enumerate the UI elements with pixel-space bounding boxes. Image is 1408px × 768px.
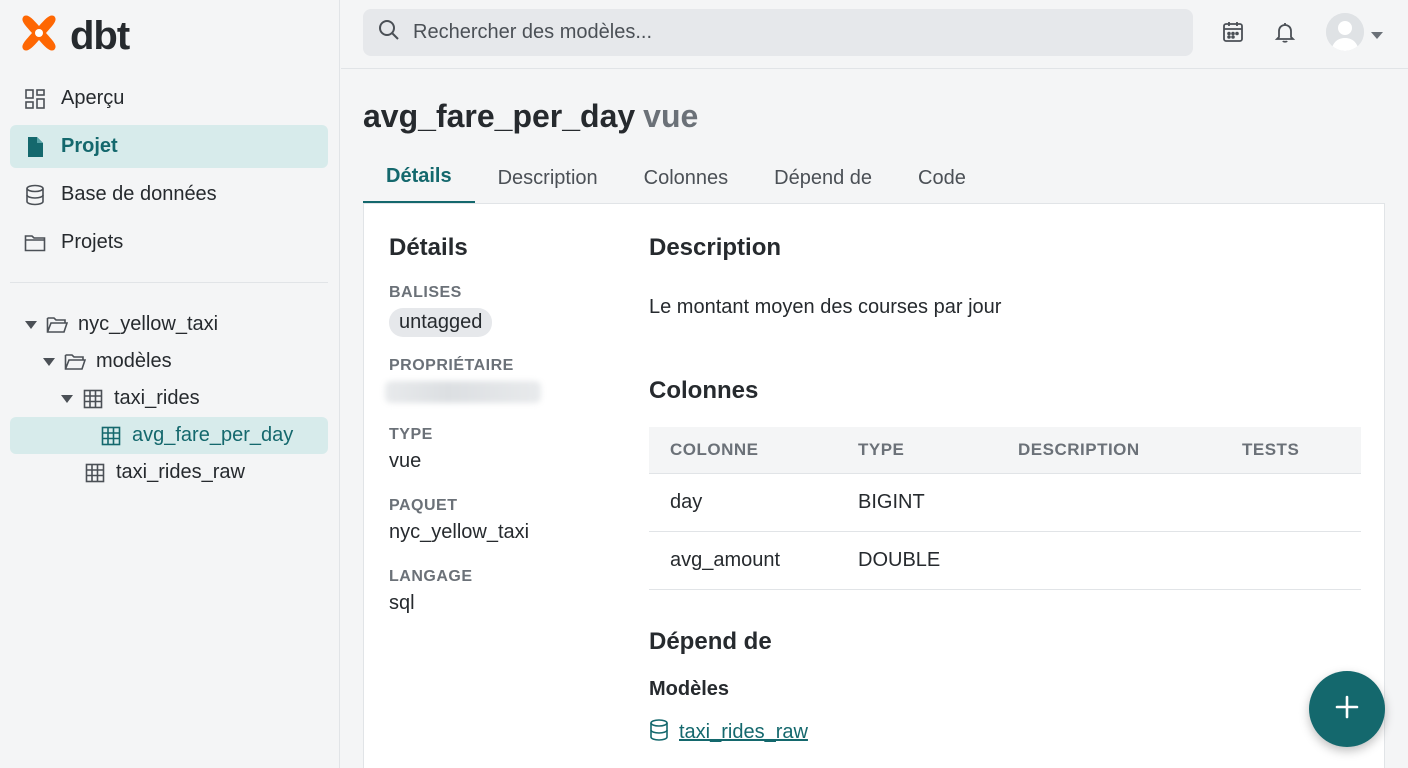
caret-down-icon[interactable] — [24, 320, 38, 329]
nav-item-database[interactable]: Base de données — [10, 173, 328, 216]
tree-item-taxi-rides-raw[interactable]: taxi_rides_raw — [10, 454, 328, 491]
chevron-down-icon[interactable] — [1371, 27, 1383, 45]
database-icon — [24, 184, 46, 206]
column-description-cell — [997, 531, 1221, 590]
tree-label: avg_fare_per_day — [132, 424, 294, 446]
type-value: vue — [389, 450, 422, 472]
folder-icon — [24, 232, 46, 254]
nav-label: Projet — [61, 135, 118, 157]
details-panel: Détails BALISES untagged PROPRIÉTAIRE TY… — [363, 203, 1385, 768]
page-title: avg_fare_per_day vue — [363, 96, 698, 136]
column-header[interactable]: TYPE — [837, 427, 997, 474]
caret-down-icon[interactable] — [60, 394, 74, 403]
model-kind: vue — [643, 98, 699, 134]
column-header[interactable]: COLONNE — [649, 427, 837, 474]
nav-label: Base de données — [61, 183, 217, 205]
depends-subheading: Modèles — [649, 677, 730, 700]
nav-label: Projets — [61, 231, 124, 253]
grid-icon — [24, 88, 46, 110]
table-icon — [100, 425, 122, 447]
tag-badge[interactable]: untagged — [389, 308, 493, 337]
table-row[interactable]: avg_amount DOUBLE — [649, 531, 1361, 590]
bell-icon[interactable] — [1272, 19, 1298, 45]
tags-label: BALISES — [389, 284, 462, 301]
folder-open-icon — [46, 314, 68, 336]
owner-label: PROPRIÉTAIRE — [389, 357, 514, 374]
table-icon — [84, 462, 106, 484]
tree-item-taxi-rides[interactable]: taxi_rides — [10, 380, 328, 417]
dependency-name[interactable]: taxi_rides_raw — [679, 721, 808, 744]
dependency-link[interactable]: taxi_rides_raw — [649, 718, 1361, 747]
tab-columns[interactable]: Colonnes — [621, 152, 752, 204]
description-text: Le montant moyen des courses par jour — [649, 296, 1002, 318]
column-name-cell: avg_amount — [649, 531, 837, 590]
search-box[interactable] — [363, 9, 1193, 56]
calendar-icon[interactable] — [1220, 19, 1246, 45]
model-name: avg_fare_per_day — [363, 98, 636, 134]
avatar[interactable] — [1326, 13, 1364, 51]
column-header[interactable]: DESCRIPTION — [997, 427, 1221, 474]
tree-item-models[interactable]: modèles — [10, 343, 328, 380]
tab-description[interactable]: Description — [475, 152, 621, 204]
table-icon — [82, 388, 104, 410]
content-column: Description Le montant moyen des courses… — [649, 234, 1361, 747]
depends-heading: Dépend de — [649, 627, 772, 655]
tree-label: taxi_rides — [114, 387, 200, 409]
column-tests-cell — [1221, 531, 1361, 590]
language-value: sql — [389, 592, 415, 614]
package-value: nyc_yellow_taxi — [389, 521, 530, 543]
database-icon — [649, 718, 669, 747]
search-input[interactable] — [413, 21, 1173, 44]
tree-item-avg-fare-per-day[interactable]: avg_fare_per_day — [10, 417, 328, 454]
details-heading: Détails — [389, 234, 468, 261]
brand-name: dbt — [70, 13, 130, 58]
columns-heading: Colonnes — [649, 377, 759, 404]
sidebar: dbt Aperçu Projet Base de données Projet… — [0, 0, 340, 768]
table-header-row: COLONNE TYPE DESCRIPTION TESTS — [649, 427, 1361, 474]
plus-icon — [1334, 694, 1360, 725]
columns-table: COLONNE TYPE DESCRIPTION TESTS day BIGIN… — [649, 427, 1361, 590]
column-type-cell: BIGINT — [837, 473, 997, 532]
owner-value-redacted — [385, 381, 541, 403]
dbt-logo-icon — [18, 12, 60, 59]
nav-item-projects[interactable]: Projets — [10, 221, 328, 264]
table-row[interactable]: day BIGINT — [649, 473, 1361, 532]
add-button[interactable] — [1309, 671, 1385, 747]
tab-bar: Détails Description Colonnes Dépend de C… — [363, 152, 989, 204]
top-bar — [341, 0, 1408, 69]
nav-item-project[interactable]: Projet — [10, 125, 328, 168]
tree-label: taxi_rides_raw — [116, 461, 245, 483]
dbt-logo[interactable]: dbt — [18, 12, 130, 59]
column-tests-cell — [1221, 473, 1361, 532]
folder-open-icon — [64, 351, 86, 373]
tree-label: nyc_yellow_taxi — [78, 313, 219, 335]
tab-details[interactable]: Détails — [363, 152, 475, 204]
column-type-cell: DOUBLE — [837, 531, 997, 590]
tab-code[interactable]: Code — [895, 152, 989, 204]
package-label: PAQUET — [389, 497, 458, 514]
caret-down-icon[interactable] — [42, 357, 56, 366]
language-label: LANGAGE — [389, 568, 473, 585]
file-icon — [24, 136, 46, 158]
main-nav: Aperçu Projet Base de données Projets — [10, 77, 328, 269]
tree-label: modèles — [96, 350, 172, 372]
nav-label: Aperçu — [61, 87, 125, 109]
column-description-cell — [997, 473, 1221, 532]
details-column: Détails BALISES untagged PROPRIÉTAIRE TY… — [385, 234, 619, 615]
search-icon — [377, 18, 401, 47]
description-heading: Description — [649, 234, 782, 261]
column-name-cell: day — [649, 473, 837, 532]
nav-item-overview[interactable]: Aperçu — [10, 77, 328, 120]
project-tree: nyc_yellow_taxi modèles taxi_rides avg_f… — [10, 306, 328, 491]
sidebar-divider — [10, 282, 328, 283]
type-label: TYPE — [389, 426, 433, 443]
tree-item-nyc-yellow-taxi[interactable]: nyc_yellow_taxi — [10, 306, 328, 343]
tab-depends-on[interactable]: Dépend de — [751, 152, 895, 204]
column-header[interactable]: TESTS — [1221, 427, 1361, 474]
